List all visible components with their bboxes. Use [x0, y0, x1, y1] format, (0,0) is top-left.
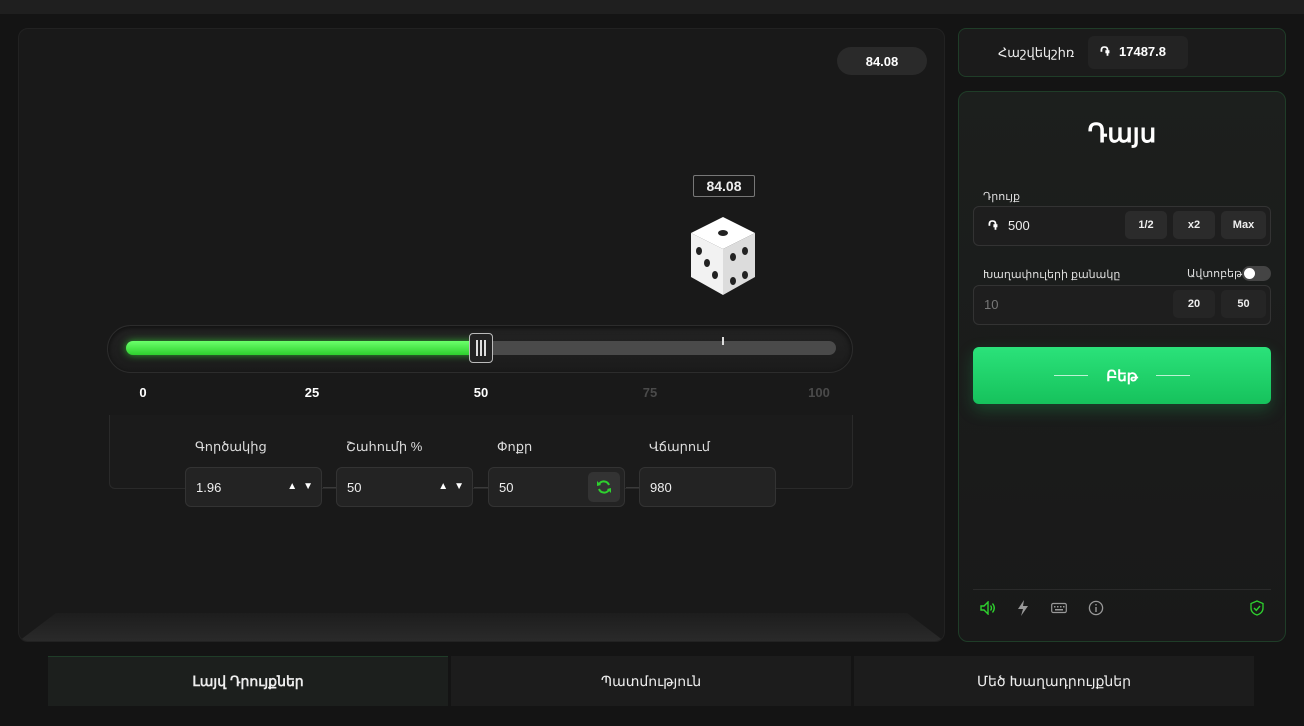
- win-chance-value: 50: [347, 479, 362, 495]
- autobet-label: Ավտոբեթ: [1187, 268, 1243, 280]
- bet-button[interactable]: Բեթ: [973, 347, 1271, 404]
- currency-icon: ֏: [988, 218, 998, 233]
- currency-icon: ֏: [1100, 44, 1110, 59]
- roll-under-label: Փոքր: [497, 439, 533, 454]
- dice-icon: [691, 217, 755, 295]
- game-area: 84.08 84.08 0 25 50 75 100 Գործակից Շահո…: [18, 28, 945, 642]
- multiplier-input[interactable]: 1.96 ▲ ▼: [185, 467, 322, 507]
- decrease-icon[interactable]: ▼: [454, 481, 464, 492]
- turbo-icon[interactable]: [1014, 599, 1032, 617]
- win-chance-label: Շահումի %: [346, 439, 423, 454]
- games-count-placeholder: 10: [984, 297, 999, 312]
- payout-field: 980: [639, 467, 776, 507]
- payout-value: 980: [650, 479, 672, 495]
- increase-icon[interactable]: ▲: [287, 481, 297, 492]
- top-bar: [0, 0, 1304, 14]
- tick-label: 0: [139, 385, 147, 400]
- divider: [1155, 375, 1190, 376]
- decrease-icon[interactable]: ▼: [303, 481, 313, 492]
- bet-label: Դրույք: [983, 191, 1020, 203]
- result-marker: [721, 337, 724, 345]
- tab-history[interactable]: Պատմություն: [451, 656, 851, 706]
- slider-handle[interactable]: [469, 333, 493, 363]
- balance-amount: 17487.8: [1119, 44, 1166, 59]
- tab-live-bets[interactable]: Լայվ Դրույքներ: [48, 656, 448, 706]
- divider: [626, 487, 640, 488]
- tick-label: 100: [808, 385, 830, 400]
- games-50-button[interactable]: 50: [1221, 290, 1266, 318]
- win-chance-input[interactable]: 50 ▲ ▼: [336, 467, 473, 507]
- divider: [323, 487, 337, 488]
- games-20-button[interactable]: 20: [1173, 290, 1215, 318]
- divider: [973, 589, 1271, 590]
- roll-under-input[interactable]: 50: [488, 467, 625, 507]
- tick-label: 50: [473, 385, 489, 400]
- divider: [1054, 375, 1089, 376]
- slider-fill: [126, 341, 481, 355]
- dice-result-label: 84.08: [693, 175, 755, 197]
- double-bet-button[interactable]: x2: [1173, 211, 1215, 239]
- swap-button[interactable]: [588, 472, 620, 502]
- bet-value: 500: [1008, 218, 1030, 233]
- last-result-badge: 84.08: [837, 47, 927, 75]
- half-bet-button[interactable]: 1/2: [1125, 211, 1167, 239]
- games-count-label: Խաղափուլերի քանակը: [983, 269, 1121, 281]
- divider: [474, 487, 488, 488]
- tick-label: 25: [304, 385, 320, 400]
- multiplier-value: 1.96: [196, 479, 222, 495]
- panel-title: Դայս: [1087, 118, 1157, 148]
- balance-label: Հաշվեկշիռ: [998, 45, 1075, 60]
- refresh-icon: [597, 480, 611, 494]
- increase-icon[interactable]: ▲: [438, 481, 448, 492]
- max-bet-button[interactable]: Max: [1221, 211, 1266, 239]
- provably-fair-shield-icon[interactable]: [1248, 599, 1266, 617]
- multiplier-label: Գործակից: [195, 439, 267, 454]
- bet-button-label: Բեթ: [1106, 367, 1138, 385]
- roll-under-value: 50: [499, 479, 514, 495]
- keyboard-icon[interactable]: [1050, 599, 1068, 617]
- payout-label: Վճարում: [649, 439, 711, 454]
- info-icon[interactable]: [1087, 599, 1105, 617]
- sound-icon[interactable]: [979, 599, 997, 617]
- tab-high-rollers[interactable]: Մեծ Խաղադրույքներ: [854, 656, 1254, 706]
- autobet-toggle[interactable]: [1242, 266, 1271, 281]
- tick-label: 75: [642, 385, 658, 400]
